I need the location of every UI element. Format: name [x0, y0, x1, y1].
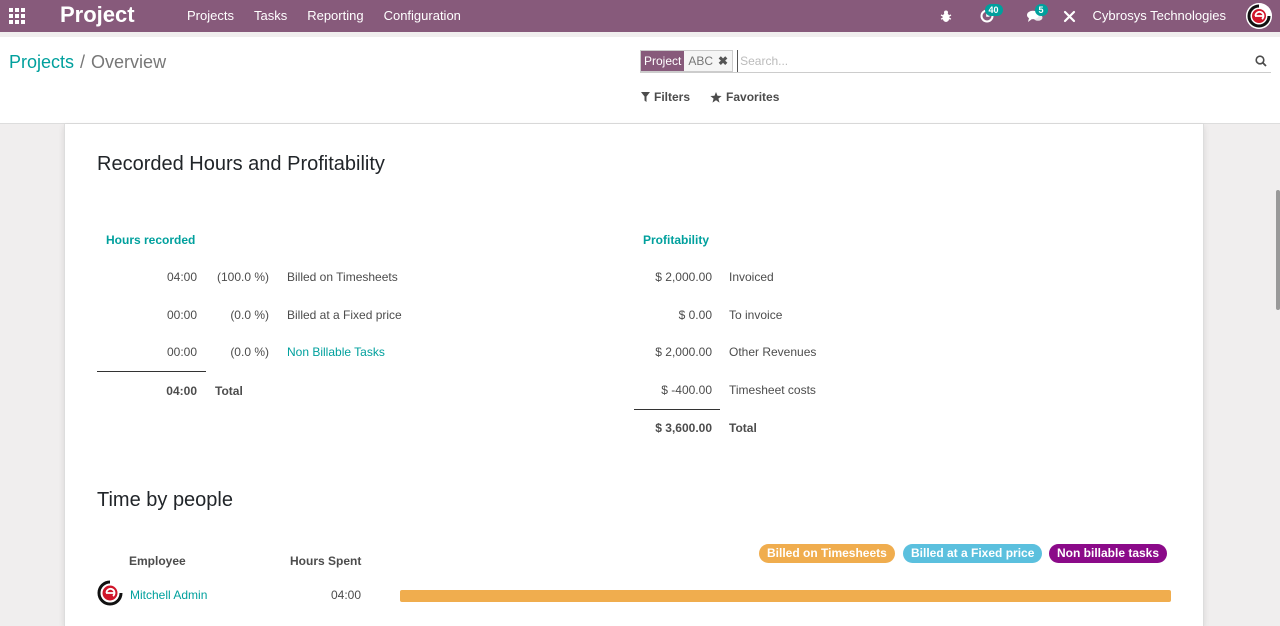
people-section-title: Time by people — [97, 489, 233, 511]
menu-tasks[interactable]: Tasks — [244, 0, 297, 32]
hours-value: 00:00 — [166, 308, 197, 322]
legend-non-billable: Non billable tasks — [1049, 544, 1168, 563]
breadcrumb-current: Overview — [91, 52, 167, 72]
hours-value: 04:00 — [166, 270, 197, 284]
menu-reporting[interactable]: Reporting — [297, 0, 373, 32]
favorites-label: Favorites — [726, 90, 780, 104]
breadcrumb-separator: / — [80, 52, 86, 72]
profitability-header: Profitability — [643, 233, 710, 247]
company-switcher[interactable]: Cybrosys Technologies — [1081, 0, 1238, 32]
employee-column-header: Employee — [129, 554, 186, 568]
activity-button[interactable]: 40 — [963, 0, 1011, 32]
hours-recorded-header: Hours recorded — [106, 233, 196, 247]
facet-value: ABC — [688, 53, 714, 68]
hours-spent-column-header: Hours Spent — [290, 554, 362, 568]
systray: 40 5 Cybrosys Technologies — [929, 0, 1280, 32]
hours-value: 00:00 — [166, 345, 197, 359]
non-billable-tasks-link[interactable]: Non Billable Tasks — [287, 345, 385, 359]
search-facet: Project ABC ✖ — [640, 49, 734, 72]
profit-label-invoiced: Invoiced — [729, 270, 774, 284]
profit-label-other-revenues: Other Revenues — [729, 345, 817, 359]
hours-section-title: Recorded Hours and Profitability — [97, 153, 385, 175]
control-panel: Projects /Overview Project ABC ✖ Filters … — [0, 37, 1280, 124]
activity-badge: 40 — [984, 4, 1003, 16]
legend-billed-fixed-price: Billed at a Fixed price — [903, 544, 1043, 563]
employee-link[interactable]: Mitchell Admin — [130, 588, 207, 602]
breadcrumb: Projects / Overview — [9, 51, 166, 73]
apps-menu-icon[interactable] — [9, 8, 26, 24]
user-menu[interactable] — [1238, 0, 1280, 32]
page-scrollbar[interactable] — [1276, 190, 1280, 310]
menu-configuration[interactable]: Configuration — [374, 0, 471, 32]
top-navbar: Project Projects Tasks Reporting Configu… — [0, 0, 1280, 32]
facet-value-wrap: ABC ✖ — [684, 50, 733, 71]
overview-sheet: Recorded Hours and Profitability Hours r… — [64, 124, 1204, 626]
profit-total-divider — [634, 409, 720, 410]
favorites-button[interactable]: Favorites — [710, 90, 779, 104]
main-menu: Projects Tasks Reporting Configuration — [177, 0, 471, 32]
star-icon — [710, 91, 722, 103]
menu-projects[interactable]: Projects — [177, 0, 244, 32]
hours-total-label: Total — [215, 384, 243, 398]
hours-total-divider — [97, 371, 206, 372]
employee-hours-bar — [400, 590, 1171, 602]
profit-amount: $ 0.00 — [678, 308, 712, 322]
hours-percent: (0.0 %) — [230, 345, 269, 359]
user-avatar — [1246, 3, 1272, 29]
hours-label-billed-timesheets: Billed on Timesheets — [287, 270, 398, 284]
filters-label: Filters — [654, 90, 691, 104]
profit-total-value: $ 3,600.00 — [655, 421, 712, 435]
hours-total-value: 04:00 — [166, 384, 197, 398]
filter-icon — [641, 92, 650, 102]
hours-label-billed-fixed: Billed at a Fixed price — [287, 308, 402, 322]
facet-label: Project — [641, 50, 685, 71]
employee-hours: 04:00 — [331, 588, 362, 602]
facet-remove-icon[interactable]: ✖ — [718, 51, 728, 71]
search-input[interactable] — [737, 49, 1251, 72]
profit-amount: $ -400.00 — [661, 383, 712, 397]
profit-label-timesheet-costs: Timesheet costs — [729, 383, 816, 397]
debug-icon[interactable] — [929, 0, 963, 32]
legend-billed-timesheets: Billed on Timesheets — [759, 544, 895, 563]
search-bar: Project ABC ✖ — [640, 49, 1271, 73]
search-icon[interactable] — [1251, 51, 1271, 71]
hours-percent: (100.0 %) — [216, 270, 269, 284]
breadcrumb-projects-link[interactable]: Projects — [9, 52, 74, 72]
hours-percent: (0.0 %) — [230, 308, 269, 322]
tools-icon[interactable] — [1059, 0, 1081, 32]
profit-amount: $ 2,000.00 — [655, 345, 712, 359]
app-name: Project — [60, 2, 135, 27]
messages-button[interactable]: 5 — [1011, 0, 1059, 32]
filters-button[interactable]: Filters — [641, 90, 690, 104]
profit-label-to-invoice: To invoice — [729, 308, 783, 322]
profit-amount: $ 2,000.00 — [655, 270, 712, 284]
messages-badge: 5 — [1034, 4, 1048, 16]
search-options: Filters Favorites — [641, 90, 779, 104]
employee-avatar — [97, 580, 123, 606]
profit-total-label: Total — [729, 421, 757, 435]
